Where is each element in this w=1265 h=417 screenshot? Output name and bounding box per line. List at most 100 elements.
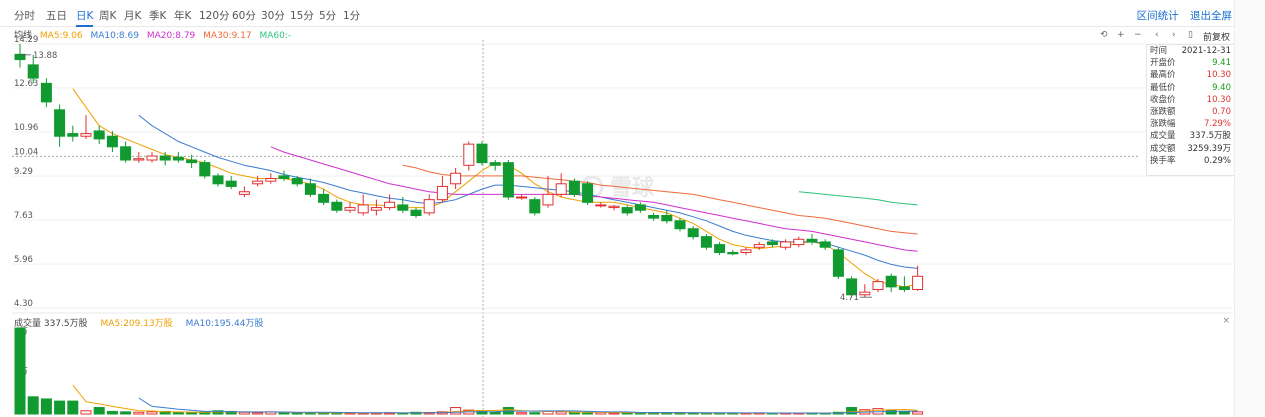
candle-body — [67, 133, 79, 137]
volume-bar — [54, 400, 66, 415]
candle-body — [859, 291, 871, 296]
volume-bar — [278, 412, 290, 415]
volume-bar — [582, 412, 594, 415]
candle-body — [832, 249, 844, 277]
info-row: 开盘价 9.41 — [1147, 57, 1234, 69]
info-value: 7.29% — [1203, 119, 1231, 130]
volume-bar — [40, 398, 52, 415]
info-value: 9.41 — [1212, 58, 1231, 69]
candle-body — [819, 241, 831, 248]
info-row: 涨跌额 0.70 — [1147, 106, 1234, 118]
candle-body — [450, 172, 462, 185]
volume-bar — [67, 400, 79, 415]
candle-body — [648, 215, 660, 219]
volume-ma10-label: MA10:195.44万股 — [185, 319, 264, 329]
info-value: 337.5万股 — [1189, 131, 1231, 142]
candle-body — [133, 158, 145, 161]
y-axis-label: 4.30 — [14, 299, 33, 309]
y-axis-label: 14.29 — [14, 35, 38, 45]
candle-body — [727, 252, 739, 255]
volume-bar — [516, 412, 528, 415]
volume-bar — [885, 409, 897, 415]
info-row: 换手率 0.29% — [1147, 155, 1234, 167]
candle-body — [357, 204, 369, 214]
candle-body — [687, 228, 699, 238]
candle-body — [344, 207, 356, 211]
candle-body — [423, 199, 435, 214]
info-value: 10.30 — [1206, 70, 1231, 81]
candle-body — [700, 236, 712, 248]
candle-body — [872, 281, 884, 291]
candle-body — [397, 204, 409, 211]
candle-body — [476, 143, 488, 164]
candle-body — [582, 183, 594, 203]
info-key: 开盘价 — [1150, 58, 1176, 69]
volume-bar — [93, 407, 105, 415]
candle-body — [146, 155, 158, 161]
info-value: 0.29% — [1203, 155, 1231, 166]
candle-body — [265, 178, 277, 182]
candle-body — [542, 193, 554, 206]
volume-bar — [238, 411, 250, 415]
candle-body — [793, 238, 805, 246]
candle-body — [436, 185, 448, 201]
candle-body — [555, 183, 567, 195]
candle-body — [278, 175, 290, 180]
volume-bar — [120, 411, 132, 415]
volume-bar — [555, 411, 567, 415]
candle-body — [753, 244, 765, 248]
info-key: 收盘价 — [1150, 94, 1176, 105]
candle-body — [595, 204, 607, 207]
candle-body — [463, 143, 475, 166]
volume-bar — [898, 410, 910, 415]
info-key: 换手率 — [1150, 155, 1176, 166]
candle-body — [304, 183, 316, 195]
volume-bar — [489, 411, 501, 415]
volume-bar — [106, 410, 118, 415]
candle-body — [661, 215, 673, 222]
volume-bar — [133, 411, 145, 415]
candle-body — [40, 82, 52, 103]
volume-bar — [542, 410, 554, 415]
info-value: 10.30 — [1206, 94, 1231, 105]
candle-body — [318, 193, 330, 203]
candle-body — [608, 205, 620, 209]
candle-body — [898, 286, 910, 291]
info-key: 涨跌幅 — [1150, 119, 1176, 130]
candle-body — [159, 155, 171, 161]
candle-body — [714, 244, 726, 254]
info-value: 0.70 — [1212, 106, 1231, 117]
info-row: 涨跌幅 7.29% — [1147, 118, 1234, 130]
candle-body — [238, 191, 250, 195]
info-row: 最高价 10.30 — [1147, 69, 1234, 81]
info-row: 时间 2021-12-31 — [1147, 45, 1234, 57]
candle-body — [80, 133, 92, 137]
candle-body — [885, 275, 897, 288]
y-axis-label: 10.96 — [14, 123, 38, 133]
info-row: 成交量 337.5万股 — [1147, 130, 1234, 142]
ma5-line — [72, 88, 918, 288]
candle-body — [489, 162, 501, 166]
low-marker: 4.71 — [840, 293, 859, 303]
info-row: 最低价 9.40 — [1147, 82, 1234, 94]
candle-body — [634, 204, 646, 211]
kline-chart[interactable]: 14.2912.6310.9610.049.297.635.964.30雪球13… — [0, 0, 1265, 417]
candle-body — [806, 238, 818, 243]
volume-label: 成交量 337.5万股 — [14, 319, 88, 329]
high-marker: 13.88 — [33, 51, 57, 61]
info-key: 成交额 — [1150, 143, 1176, 154]
info-value: 2021-12-31 — [1181, 46, 1231, 56]
candle-body — [529, 199, 541, 214]
candle-body — [291, 178, 303, 185]
info-key: 最高价 — [1150, 70, 1176, 81]
volume-ma5-line — [72, 384, 918, 414]
volume-ma5-label: MA5:209.13万股 — [100, 319, 173, 329]
volume-bar — [14, 327, 26, 415]
candle-body — [120, 146, 132, 161]
y-axis-label: 5.96 — [14, 255, 33, 265]
info-key: 最低价 — [1150, 82, 1176, 93]
candle-body — [93, 130, 105, 140]
ma60-line — [798, 191, 918, 206]
candle-body — [370, 207, 382, 211]
close-volume-icon[interactable]: × — [1222, 316, 1230, 326]
